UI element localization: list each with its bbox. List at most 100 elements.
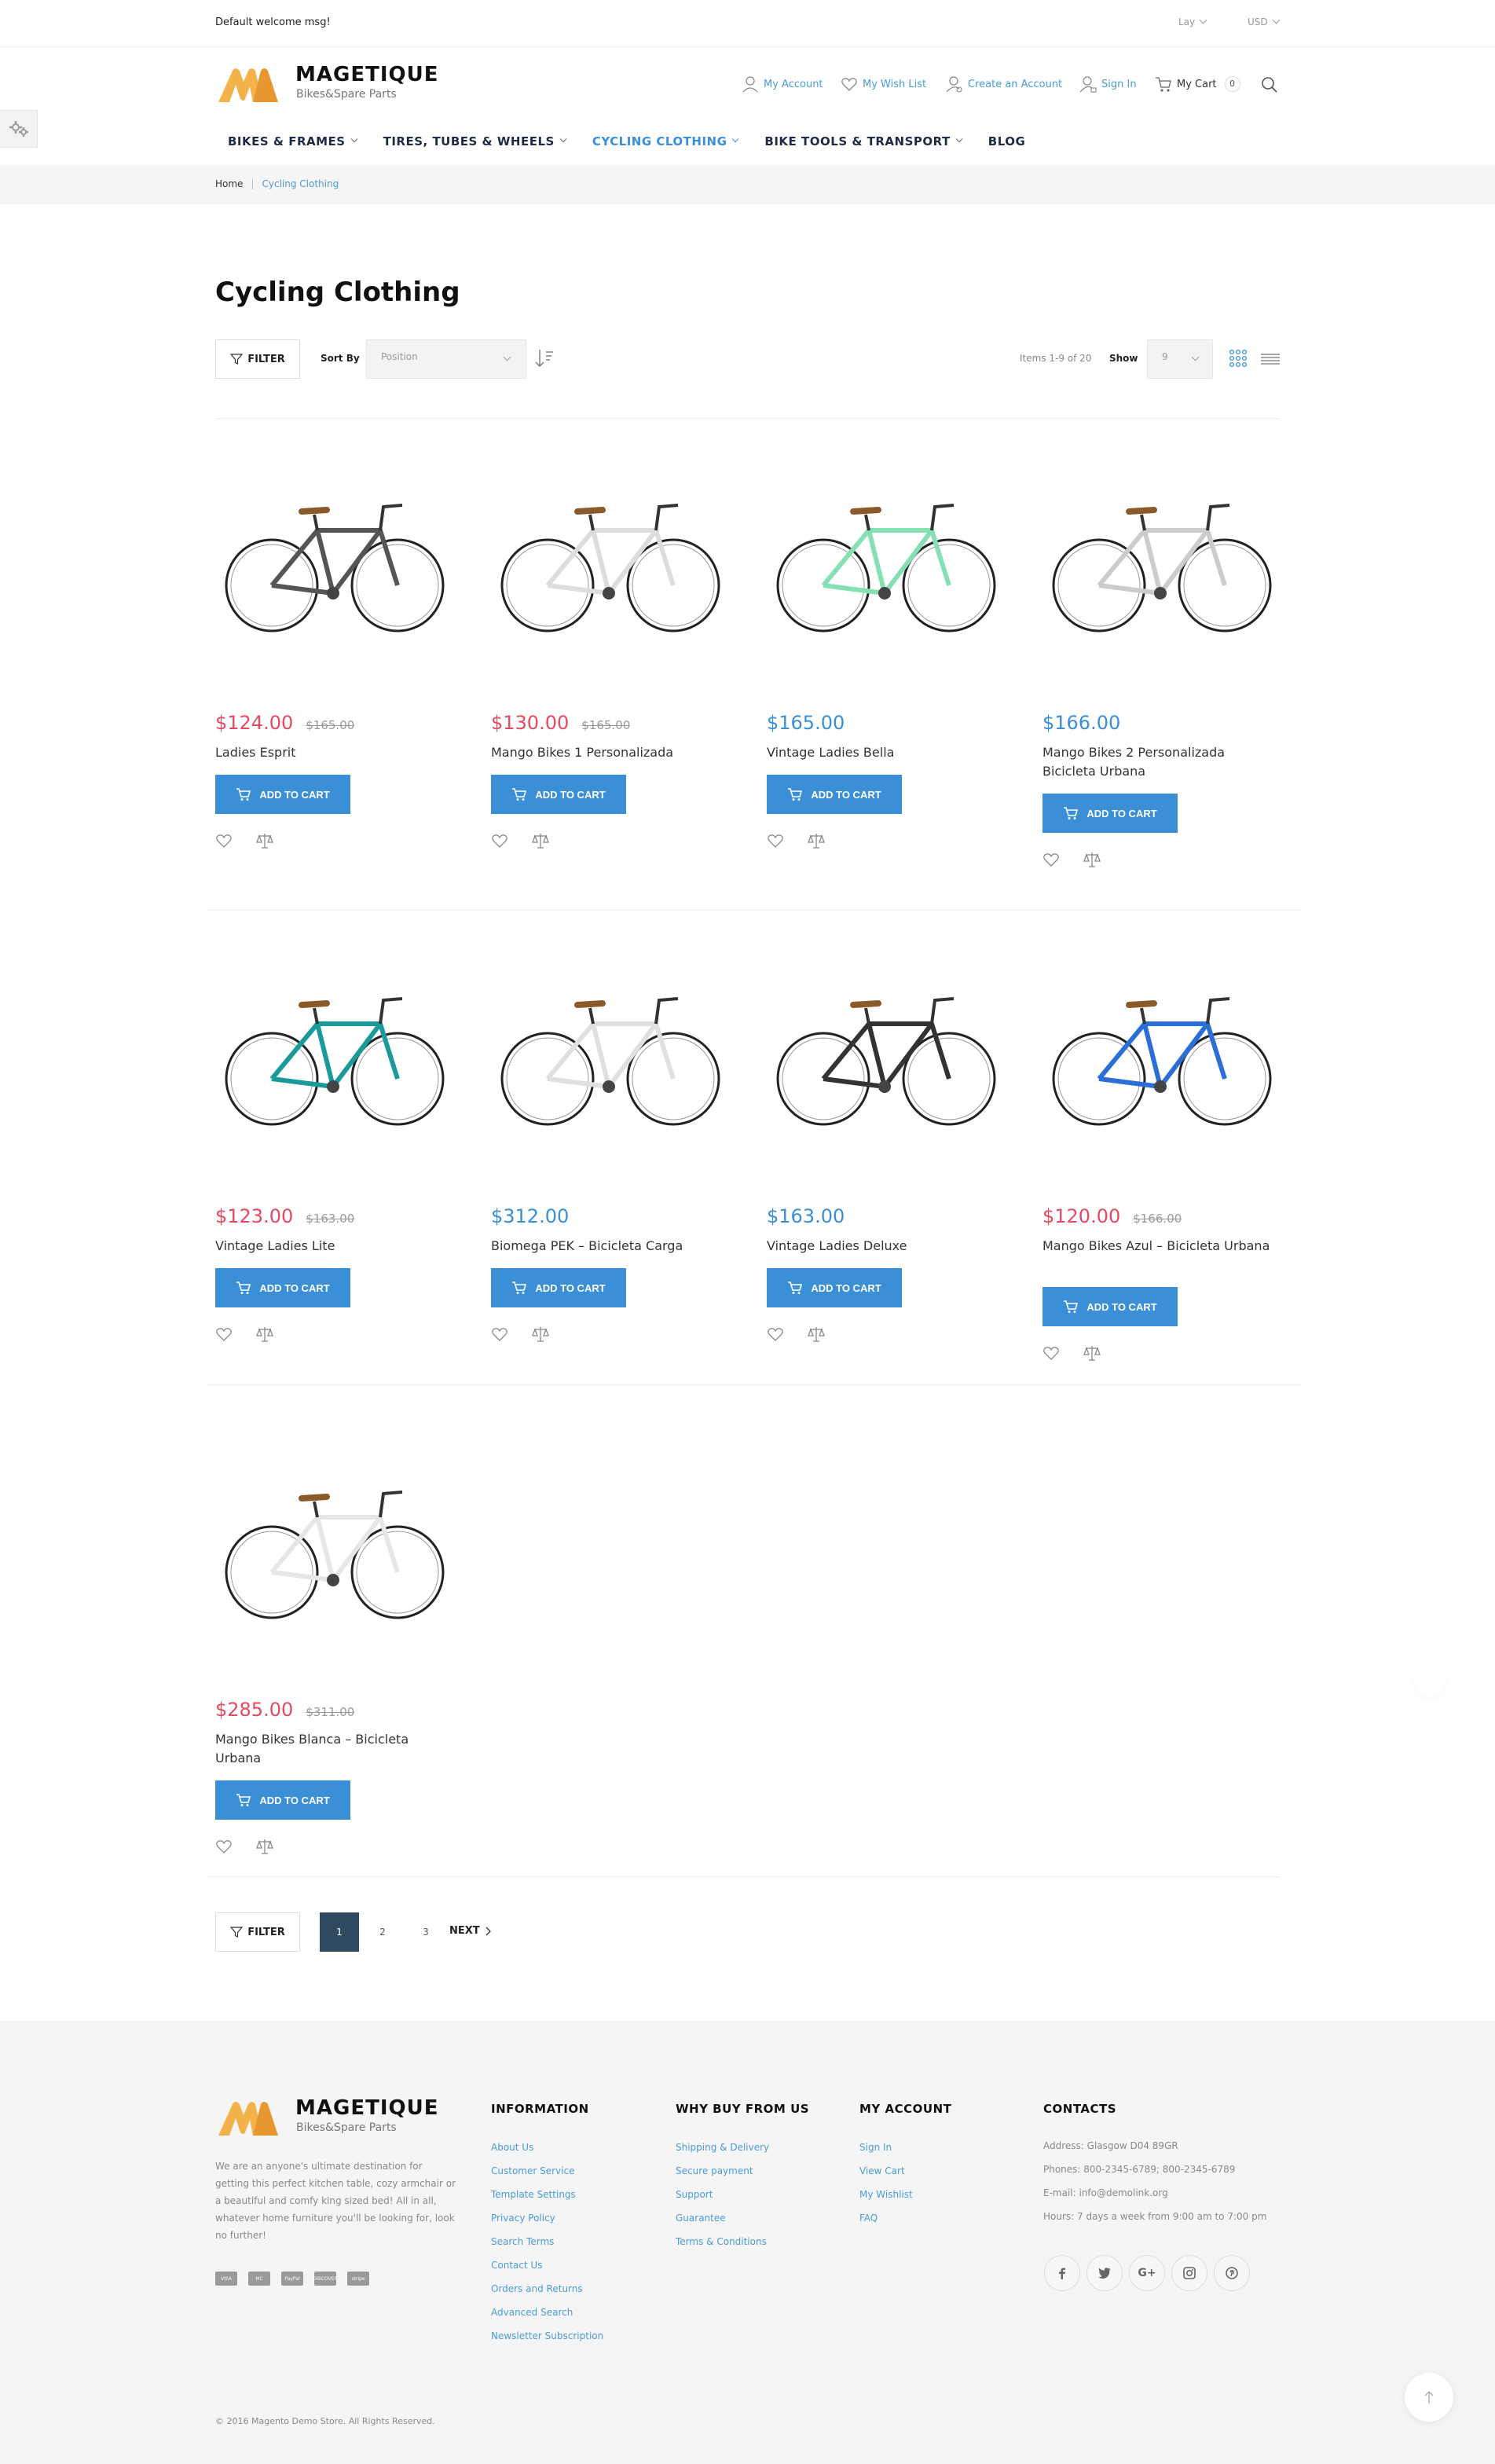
add-to-cart-button[interactable]: ADD TO CART [215,775,350,814]
footer-link[interactable]: Terms & Conditions [676,2236,767,2247]
product-image[interactable] [767,965,1004,1146]
add-to-wishlist-button[interactable] [491,1326,508,1345]
cart-link[interactable]: My Cart 0 [1155,75,1240,93]
instagram-link[interactable] [1171,2255,1207,2291]
pinterest-link[interactable] [1214,2255,1250,2291]
footer-link[interactable]: FAQ [859,2213,878,2224]
add-to-compare-button[interactable] [808,833,825,852]
footer-link[interactable]: View Cart [859,2165,905,2176]
add-to-compare-button[interactable] [256,1839,273,1857]
product-name[interactable]: Ladies Esprit [215,743,451,762]
footer-link[interactable]: Advanced Search [491,2307,573,2318]
add-to-cart-button[interactable]: ADD TO CART [491,1268,626,1307]
product-name[interactable]: Vintage Ladies Deluxe [767,1237,1002,1256]
add-to-cart-button[interactable]: ADD TO CART [215,1780,350,1820]
sign-in-link[interactable]: Sign In [1079,75,1137,93]
add-to-compare-button[interactable] [808,1326,825,1345]
next-page-link[interactable]: NEXT [449,1925,491,1937]
add-to-wishlist-button[interactable] [1042,1345,1060,1364]
footer-link[interactable]: My Wishlist [859,2189,913,2200]
site-logo[interactable]: MAGETIQUE Bikes&Spare Parts [215,61,443,107]
product-image[interactable] [215,1458,453,1639]
limiter-select[interactable]: 9 [1147,339,1213,379]
product-name[interactable]: Vintage Ladies Lite [215,1237,451,1256]
sort-direction-button[interactable] [534,347,555,372]
product-image[interactable] [1042,471,1280,652]
footer-logo[interactable]: MAGETIQUE Bikes&Spare Parts [215,2096,443,2142]
footer-link[interactable]: About Us [491,2142,533,2153]
product-image[interactable] [1042,965,1280,1146]
add-to-wishlist-button[interactable] [767,1326,784,1345]
add-to-compare-button[interactable] [256,833,273,852]
nav-bikes-frames[interactable]: BIKES & FRAMES [228,128,357,155]
add-to-compare-button[interactable] [1083,1345,1101,1364]
list-view-icon [1261,354,1280,365]
facebook-link[interactable] [1044,2255,1080,2291]
sort-by-select[interactable]: Position [366,339,526,379]
currency-switcher[interactable]: USD [1248,16,1281,28]
nav-blog[interactable]: BLOG [988,128,1026,155]
add-to-compare-button[interactable] [532,833,549,852]
product-name[interactable]: Mango Bikes 2 Personalizada Bicicleta Ur… [1042,743,1278,781]
product-name[interactable]: Mango Bikes 1 Personalizada [491,743,727,762]
nav-cycling-clothing[interactable]: CYCLING CLOTHING [592,128,739,155]
twitter-link[interactable] [1086,2255,1123,2291]
add-to-compare-button[interactable] [532,1326,549,1345]
product-image[interactable] [215,471,453,652]
add-to-wishlist-button[interactable] [215,833,233,852]
breadcrumb-home[interactable]: Home [215,178,243,189]
product-name[interactable]: Mango Bikes Azul – Bicicleta Urbana [1042,1237,1278,1256]
wishlist-link[interactable]: My Wish List [841,75,926,93]
back-to-top-button[interactable] [1405,2373,1453,2422]
footer-link[interactable]: Customer Service [491,2165,574,2176]
footer-link[interactable]: Privacy Policy [491,2213,555,2224]
product-name[interactable]: Biomega PEK – Bicicleta Carga [491,1237,727,1256]
footer-link[interactable]: Secure payment [676,2165,753,2176]
footer-link[interactable]: Sign In [859,2142,892,2153]
add-to-cart-button[interactable]: ADD TO CART [767,1268,902,1307]
footer-link[interactable]: Contact Us [491,2260,543,2271]
product-image[interactable] [491,965,728,1146]
add-to-compare-button[interactable] [256,1326,273,1345]
list-view-button[interactable] [1260,352,1281,369]
footer-link[interactable]: Template Settings [491,2189,576,2200]
add-to-cart-button[interactable]: ADD TO CART [215,1268,350,1307]
page-3[interactable]: 3 [406,1912,445,1952]
add-to-cart-button[interactable]: ADD TO CART [1042,794,1178,833]
add-to-wishlist-button[interactable] [215,1326,233,1345]
add-to-wishlist-button[interactable] [1042,852,1060,871]
filter-button-bottom[interactable]: FILTER [215,1912,300,1952]
nav-tires-tubes-wheels[interactable]: TIRES, TUBES & WHEELS [383,128,567,155]
footer-link[interactable]: Search Terms [491,2236,554,2247]
product-image[interactable] [491,471,728,652]
footer-link[interactable]: Guarantee [676,2213,726,2224]
settings-panel-toggle[interactable] [0,110,38,148]
sort-by-label: Sort By [321,353,360,364]
search-button[interactable] [1260,75,1279,97]
heart-icon [841,78,857,91]
product-image[interactable] [767,471,1004,652]
grid-view-button[interactable] [1229,349,1248,371]
product-name[interactable]: Mango Bikes Blanca – Bicicleta Urbana [215,1730,451,1768]
create-account-link[interactable]: Create an Account [946,75,1062,93]
add-to-wishlist-button[interactable] [491,833,508,852]
product-name[interactable]: Vintage Ladies Bella [767,743,1002,762]
language-switcher[interactable]: Lay [1178,16,1207,28]
product-image[interactable] [215,965,453,1146]
nav-bike-tools-transport[interactable]: BIKE TOOLS & TRANSPORT [764,128,963,155]
footer-link[interactable]: Newsletter Subscription [491,2330,603,2341]
footer-link[interactable]: Orders and Returns [491,2283,583,2294]
google-plus-link[interactable]: G+ [1129,2255,1165,2291]
add-to-cart-button[interactable]: ADD TO CART [1042,1287,1178,1326]
filter-button-top[interactable]: FILTER [215,339,300,379]
add-to-cart-button[interactable]: ADD TO CART [767,775,902,814]
page-2[interactable]: 2 [363,1912,402,1952]
add-to-wishlist-button[interactable] [215,1839,233,1857]
add-to-compare-button[interactable] [1083,852,1101,871]
footer-link[interactable]: Support [676,2189,713,2200]
my-account-link[interactable]: My Account [742,75,823,93]
footer-link[interactable]: Shipping & Delivery [676,2142,769,2153]
add-to-cart-button[interactable]: ADD TO CART [491,775,626,814]
add-to-wishlist-button[interactable] [767,833,784,852]
page-1[interactable]: 1 [320,1912,359,1952]
